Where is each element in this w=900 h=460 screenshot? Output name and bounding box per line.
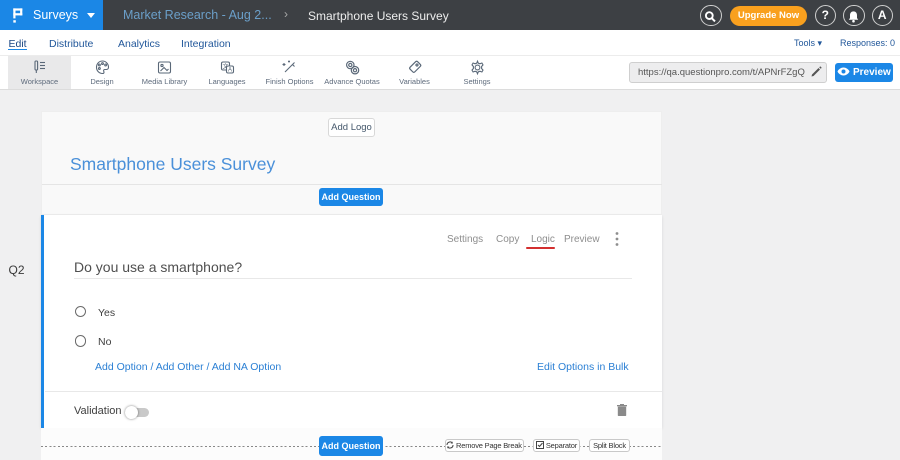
svg-text:A: A bbox=[227, 68, 231, 74]
